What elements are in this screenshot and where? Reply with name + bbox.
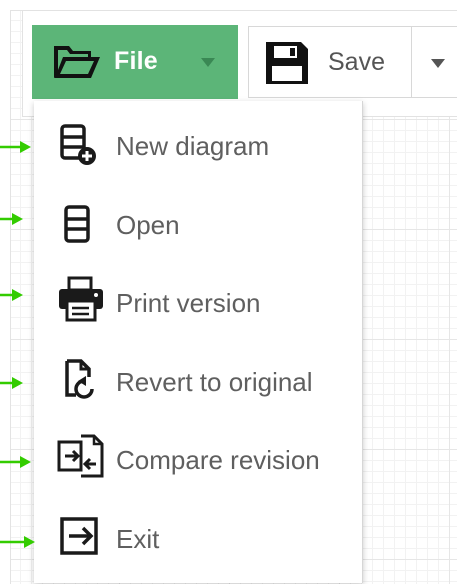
revert-icon: [65, 359, 94, 399]
menu-item-new-diagram[interactable]: New diagram: [34, 109, 362, 187]
menu-item-label: New diagram: [116, 131, 270, 161]
menu-item-label: Open: [116, 210, 180, 240]
exit-icon: [60, 517, 98, 555]
menu-item-exit[interactable]: Exit: [34, 501, 362, 579]
pointer-arrow-icon: [0, 141, 31, 153]
menu-item-revert-to-original[interactable]: Revert to original: [34, 344, 362, 422]
open-icon: [64, 205, 90, 243]
save-button[interactable]: Save: [248, 26, 412, 98]
menu-item-open[interactable]: Open: [34, 187, 362, 265]
save-options-dropdown[interactable]: [412, 26, 457, 98]
menu-item-compare-revision[interactable]: Compare revision: [34, 422, 362, 500]
pointer-arrow-icon: [0, 536, 35, 548]
pointer-arrow-icon: [0, 289, 23, 301]
menu-item-label: Exit: [116, 524, 160, 554]
menu-item-label: Print version: [116, 288, 261, 318]
file-button-label: File: [114, 47, 158, 75]
file-dropdown-menu: New diagram Open Print version Revert to…: [34, 101, 363, 583]
pointer-arrow-icon: [0, 456, 31, 468]
menu-item-label: Revert to original: [116, 367, 313, 397]
chevron-down-icon: [431, 59, 445, 68]
compare-icon: [57, 434, 104, 478]
file-menu-button[interactable]: File: [32, 25, 238, 99]
floppy-disk-icon: [266, 42, 308, 84]
pointer-arrow-icon: [0, 213, 23, 225]
save-button-label: Save: [328, 48, 385, 76]
printer-icon: [59, 276, 103, 322]
new-diagram-icon: [60, 124, 96, 165]
menu-item-print-version[interactable]: Print version: [34, 265, 362, 343]
folder-open-icon: [54, 46, 100, 78]
pointer-arrow-icon: [0, 377, 23, 389]
chevron-down-icon: [201, 58, 215, 67]
menu-item-label: Compare revision: [116, 445, 320, 475]
